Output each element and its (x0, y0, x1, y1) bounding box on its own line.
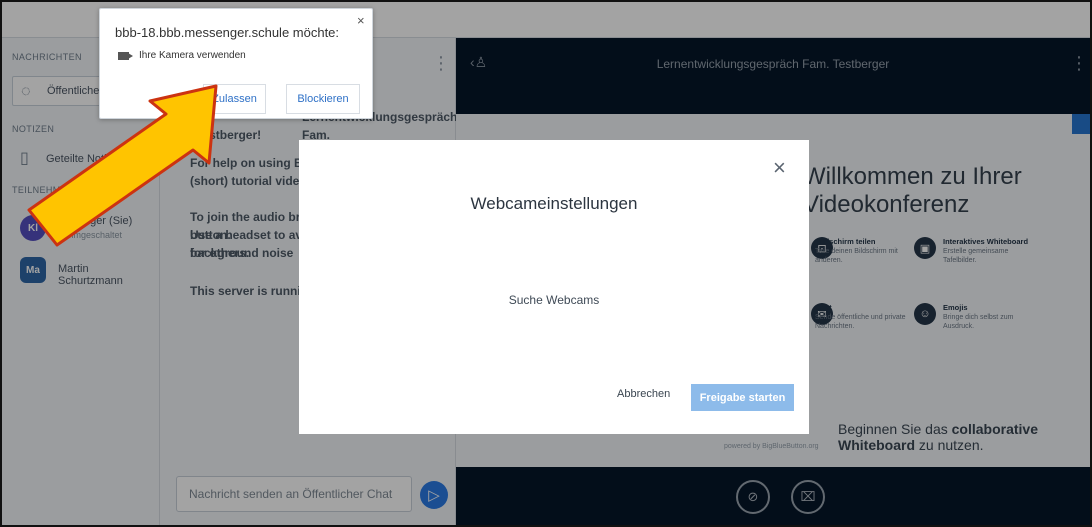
permission-title: bbb-18.bbb.messenger.schule möchte: (115, 25, 340, 40)
camera-icon (118, 52, 133, 60)
cancel-button[interactable]: Abbrechen (617, 388, 670, 400)
block-camera-button[interactable]: Blockieren (286, 84, 360, 114)
camera-request-text: Ihre Kamera verwenden (139, 50, 246, 61)
modal-title: Webcameinstellungen (470, 194, 638, 213)
camera-permission-popup: bbb-18.bbb.messenger.schule möchte: × Ih… (99, 8, 373, 119)
modal-close-button[interactable]: × (773, 157, 786, 179)
start-sharing-button[interactable]: Freigabe starten (691, 384, 794, 411)
webcam-settings-modal: × Webcameinstellungen Suche Webcams Abbr… (299, 140, 809, 434)
permission-close-button[interactable]: × (357, 13, 365, 28)
searching-webcams-text: Suche Webcams (508, 293, 600, 307)
allow-camera-button[interactable]: Zulassen (203, 84, 266, 114)
app-window: NACHRICHTEN ◌ Öffentlicher Chat NOTIZEN … (0, 0, 1092, 527)
